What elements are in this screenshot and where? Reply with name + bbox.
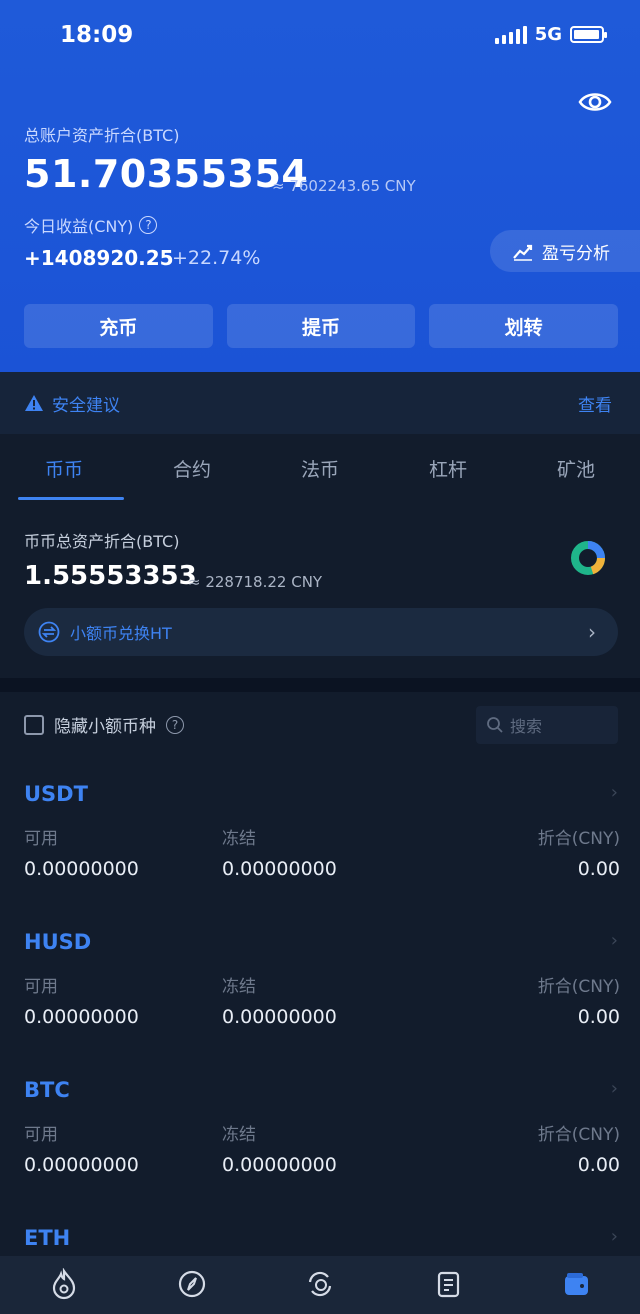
chevron-right-icon: ›	[588, 620, 596, 644]
cny-value: 0.00	[577, 858, 620, 880]
asset-pie-icon[interactable]	[570, 540, 606, 576]
tab-contract[interactable]: 合约	[128, 434, 256, 502]
cny-value: 0.00	[577, 1154, 620, 1176]
nav-orders[interactable]	[384, 1256, 512, 1314]
withdraw-button[interactable]: 提币	[226, 304, 416, 348]
frozen-value: 0.00000000	[222, 858, 337, 880]
hide-small-coins: 隐藏小额币种 ?	[24, 712, 184, 737]
frozen-label: 冻结	[222, 1125, 256, 1145]
eye-icon[interactable]	[578, 88, 612, 116]
cny-label: 折合(CNY)	[537, 1125, 620, 1145]
chevron-right-icon: ›	[610, 1226, 618, 1247]
today-earnings-label: 今日收益(CNY) ?	[24, 213, 158, 237]
asset-header: 18:09 5G 总账户资产折合(BTC) 51.70355354 ≈ 7602…	[0, 0, 640, 372]
search-icon	[487, 717, 503, 733]
nav-home[interactable]	[0, 1256, 128, 1314]
available-label: 可用	[24, 1125, 58, 1145]
frozen-label: 冻结	[222, 829, 256, 849]
chevron-right-icon: ›	[610, 930, 618, 951]
today-earnings-text: 今日收益(CNY)	[24, 217, 134, 236]
coin-row-husd[interactable]: HUSD › 可用 冻结 折合(CNY) 0.00000000 0.000000…	[0, 918, 640, 1066]
total-assets-value: 51.70355354	[24, 152, 309, 196]
convert-label: 小额币兑换HT	[70, 624, 172, 643]
cny-label: 折合(CNY)	[537, 977, 620, 997]
coin-name: HUSD	[24, 930, 92, 954]
coin-name: BTC	[24, 1078, 70, 1102]
hide-small-label: 隐藏小额币种	[54, 717, 156, 737]
tab-margin[interactable]: 杠杆	[384, 434, 512, 502]
account-tabs: 币币 合约 法币 杠杆 矿池	[0, 434, 640, 502]
trend-chart-icon	[513, 244, 533, 261]
frozen-label: 冻结	[222, 977, 256, 997]
small-coin-convert-row[interactable]: 小额币兑换HT ›	[24, 608, 618, 656]
status-indicators: 5G	[494, 24, 607, 45]
coin-row-usdt[interactable]: USDT › 可用 冻结 折合(CNY) 0.00000000 0.000000…	[0, 770, 640, 918]
cny-value: 0.00	[577, 1006, 620, 1028]
bottom-navigation	[0, 1256, 640, 1314]
spot-total-value: 1.55553353	[24, 561, 197, 591]
section-divider	[0, 678, 640, 692]
security-advice-label: 安全建议	[52, 395, 120, 416]
help-icon[interactable]: ?	[139, 216, 158, 234]
tab-spot[interactable]: 币币	[0, 434, 128, 502]
spot-total-cny: ≈ 228718.22 CNY	[188, 573, 323, 591]
exchange-icon	[308, 1271, 332, 1297]
available-label: 可用	[24, 829, 58, 849]
coin-row-eth[interactable]: ETH ›	[0, 1214, 640, 1256]
help-icon[interactable]: ?	[166, 715, 184, 734]
status-time: 18:09	[60, 22, 134, 48]
network-type: 5G	[534, 24, 562, 45]
coin-name: ETH	[24, 1226, 71, 1250]
coin-name: USDT	[24, 782, 88, 806]
security-view-link[interactable]: 查看	[578, 391, 612, 416]
security-advice: 安全建议	[24, 391, 120, 416]
search-placeholder: 搜索	[510, 717, 543, 736]
signal-icon	[494, 25, 527, 44]
today-earnings-percent: +22.74%	[172, 247, 261, 269]
orders-icon	[437, 1271, 460, 1298]
wallet-icon	[565, 1273, 588, 1295]
available-value: 0.00000000	[24, 858, 139, 880]
nav-trade[interactable]	[256, 1256, 384, 1314]
swap-circle-icon	[38, 621, 60, 643]
available-value: 0.00000000	[24, 1006, 139, 1028]
cny-label: 折合(CNY)	[537, 829, 620, 849]
coin-row-btc[interactable]: BTC › 可用 冻结 折合(CNY) 0.00000000 0.0000000…	[0, 1066, 640, 1214]
battery-icon	[570, 26, 607, 43]
deposit-button[interactable]: 充币	[24, 304, 213, 348]
hide-small-checkbox[interactable]	[24, 714, 44, 735]
pnl-analysis-button[interactable]: 盈亏分析	[490, 230, 640, 272]
nav-discover[interactable]	[128, 1256, 256, 1314]
today-earnings-value: +1408920.25	[24, 246, 174, 270]
chevron-right-icon: ›	[610, 1078, 618, 1099]
total-assets-label: 总账户资产折合(BTC)	[24, 126, 180, 145]
tab-pool[interactable]: 矿池	[512, 434, 640, 502]
compass-icon	[178, 1270, 206, 1298]
pnl-analysis-label: 盈亏分析	[542, 243, 610, 264]
available-value: 0.00000000	[24, 1154, 139, 1176]
action-buttons: 充币 提币 划转	[24, 304, 619, 348]
chevron-right-icon: ›	[610, 782, 618, 803]
transfer-button[interactable]: 划转	[429, 304, 619, 348]
security-advice-row[interactable]: 安全建议 查看	[0, 372, 640, 434]
search-input[interactable]: 搜索	[476, 706, 618, 744]
frozen-value: 0.00000000	[222, 1154, 337, 1176]
warning-icon	[25, 395, 43, 411]
flame-icon	[52, 1268, 76, 1300]
total-assets-cny: ≈ 7602243.65 CNY	[272, 177, 416, 195]
spot-total-label: 币币总资产折合(BTC)	[24, 532, 180, 551]
nav-assets[interactable]	[512, 1256, 640, 1314]
available-label: 可用	[24, 977, 58, 997]
tab-fiat[interactable]: 法币	[256, 434, 384, 502]
frozen-value: 0.00000000	[222, 1006, 337, 1028]
